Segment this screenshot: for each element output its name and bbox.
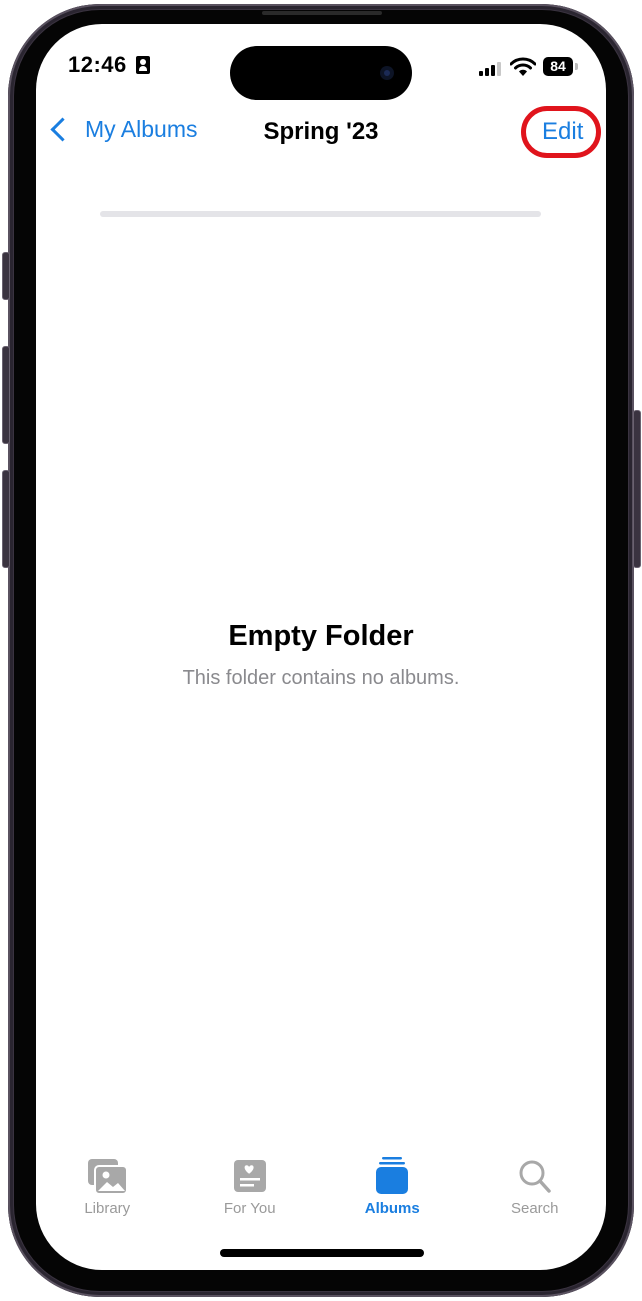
- wifi-icon: [510, 57, 536, 76]
- volume-down-button: [2, 470, 10, 568]
- back-button-label: My Albums: [85, 116, 198, 142]
- pull-down-search-hint: [100, 211, 541, 217]
- camera-icon: [380, 66, 394, 80]
- tab-albums[interactable]: Albums: [321, 1150, 464, 1220]
- empty-state-subtitle: This folder contains no albums.: [182, 667, 460, 689]
- power-button: [633, 410, 641, 568]
- tab-label: Library: [84, 1200, 131, 1217]
- battery-indicator: 84: [543, 57, 573, 76]
- cellular-signal-icon: [479, 62, 503, 76]
- back-button[interactable]: My Albums: [46, 116, 197, 143]
- status-time: 12:46: [68, 52, 127, 77]
- screen: 12:46 84 My Albums Spring '23 Edit Empty…: [36, 24, 606, 1270]
- action-button: [2, 252, 10, 300]
- tab-library[interactable]: Library: [36, 1150, 179, 1220]
- volume-up-button: [2, 346, 10, 444]
- tab-bar: Library For You Albums Search: [36, 1150, 606, 1220]
- edit-highlight-circle: [521, 106, 601, 158]
- chevron-left-icon: [50, 117, 75, 142]
- battery-tip: [575, 63, 578, 70]
- search-icon: [519, 1160, 551, 1193]
- tab-for-you[interactable]: For You: [179, 1150, 322, 1220]
- tab-label: Search: [510, 1200, 559, 1217]
- earpiece-speaker: [262, 11, 382, 15]
- empty-state-title: Empty Folder: [228, 620, 414, 652]
- for-you-icon: [233, 1160, 266, 1192]
- tab-label: For You: [223, 1200, 276, 1217]
- tab-search[interactable]: Search: [464, 1150, 607, 1220]
- tab-label: Albums: [364, 1200, 420, 1217]
- albums-icon: [376, 1157, 409, 1194]
- focus-person-icon: [136, 56, 150, 74]
- home-indicator[interactable]: [220, 1249, 424, 1257]
- photo-library-icon: [88, 1159, 129, 1195]
- dynamic-island: [230, 46, 412, 100]
- status-bar: 12:46 84: [36, 24, 606, 100]
